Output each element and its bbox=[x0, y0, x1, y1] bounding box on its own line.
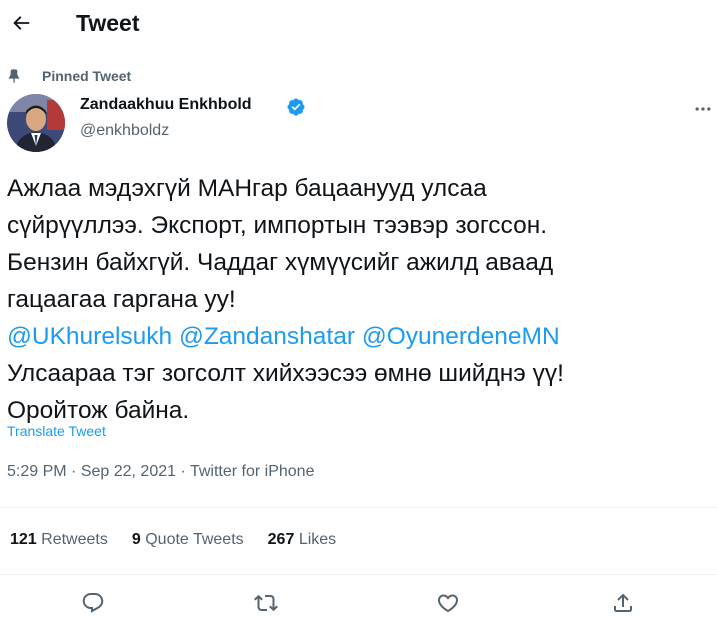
tweet-line: гацаагаа гаргана уу! bbox=[7, 286, 236, 313]
mentions-line: @UKhurelsukh @Zandanshatar @OyunerdeneMN bbox=[7, 318, 712, 355]
tweet-stats: 121 Retweets 9 Quote Tweets 267 Likes bbox=[10, 528, 360, 552]
likes-count: 267 bbox=[267, 531, 295, 548]
more-options-button[interactable] bbox=[690, 96, 716, 122]
tweet-date[interactable]: Sep 22, 2021 bbox=[81, 463, 176, 480]
share-icon bbox=[614, 593, 632, 612]
retweets-count: 121 bbox=[10, 531, 37, 548]
back-button[interactable] bbox=[4, 6, 38, 40]
divider bbox=[0, 574, 717, 575]
header: Tweet bbox=[0, 0, 717, 46]
mention-link[interactable]: @OyunerdeneMN bbox=[362, 323, 560, 350]
quote-tweets-count: 9 bbox=[131, 531, 141, 548]
author-handle[interactable]: @enkhboldz bbox=[80, 122, 169, 140]
tweet-actions bbox=[0, 578, 717, 626]
avatar[interactable] bbox=[7, 94, 65, 152]
tweet-line: Ажлаа мэдэхгүй МАНгар бацаанууд улсаа bbox=[7, 175, 487, 202]
tweet-line: сүйрүүллээ. Экспорт, импортын тээвэр зог… bbox=[7, 212, 548, 239]
retweets-stat[interactable]: 121 Retweets bbox=[10, 531, 108, 549]
retweet-icon bbox=[254, 594, 278, 612]
profile-photo bbox=[7, 94, 65, 152]
more-icon bbox=[695, 107, 711, 111]
reply-icon bbox=[82, 593, 104, 613]
author-name[interactable]: Zandaakhuu Enkhbold bbox=[80, 96, 252, 114]
like-button[interactable] bbox=[431, 586, 465, 620]
divider bbox=[0, 507, 717, 508]
meta-separator: · bbox=[180, 463, 186, 480]
mention-link[interactable]: @UKhurelsukh bbox=[7, 323, 172, 350]
retweets-label: Retweets bbox=[41, 531, 108, 548]
tweet-time[interactable]: 5:29 PM bbox=[7, 463, 67, 480]
mention-link[interactable]: @Zandanshatar bbox=[179, 323, 355, 350]
back-arrow-icon bbox=[13, 16, 30, 30]
pinned-indicator: Pinned Tweet bbox=[6, 67, 131, 85]
tweet-meta: 5:29 PM · Sep 22, 2021 · Twitter for iPh… bbox=[7, 463, 314, 481]
quote-tweets-label: Quote Tweets bbox=[145, 531, 244, 548]
meta-separator: · bbox=[71, 463, 77, 480]
likes-label: Likes bbox=[298, 531, 337, 548]
tweet-line: Улсаараа тэг зогсолт хийхээсээ өмнө шийд… bbox=[7, 360, 564, 387]
tweet-text: Ажлаа мэдэхгүй МАНгар бацаанууд улсаа сү… bbox=[7, 170, 712, 429]
tweet-line: Оройтож байна. bbox=[7, 397, 190, 424]
page-title: Tweet bbox=[76, 10, 140, 36]
share-button[interactable] bbox=[606, 586, 640, 620]
tweet-line: Бензин байхгүй. Чаддаг хүмүүсийг ажилд а… bbox=[7, 249, 554, 276]
verified-badge-icon bbox=[287, 98, 305, 116]
likes-stat[interactable]: 267 Likes bbox=[268, 531, 337, 549]
retweet-button[interactable] bbox=[249, 586, 283, 620]
pinned-label: Pinned Tweet bbox=[42, 68, 132, 84]
reply-button[interactable] bbox=[76, 586, 110, 620]
pin-icon bbox=[8, 69, 20, 84]
translate-tweet-link[interactable]: Translate Tweet bbox=[7, 423, 106, 439]
quote-tweets-stat[interactable]: 9 Quote Tweets bbox=[132, 531, 244, 549]
tweet-source[interactable]: Twitter for iPhone bbox=[190, 463, 315, 480]
like-icon bbox=[437, 594, 459, 613]
